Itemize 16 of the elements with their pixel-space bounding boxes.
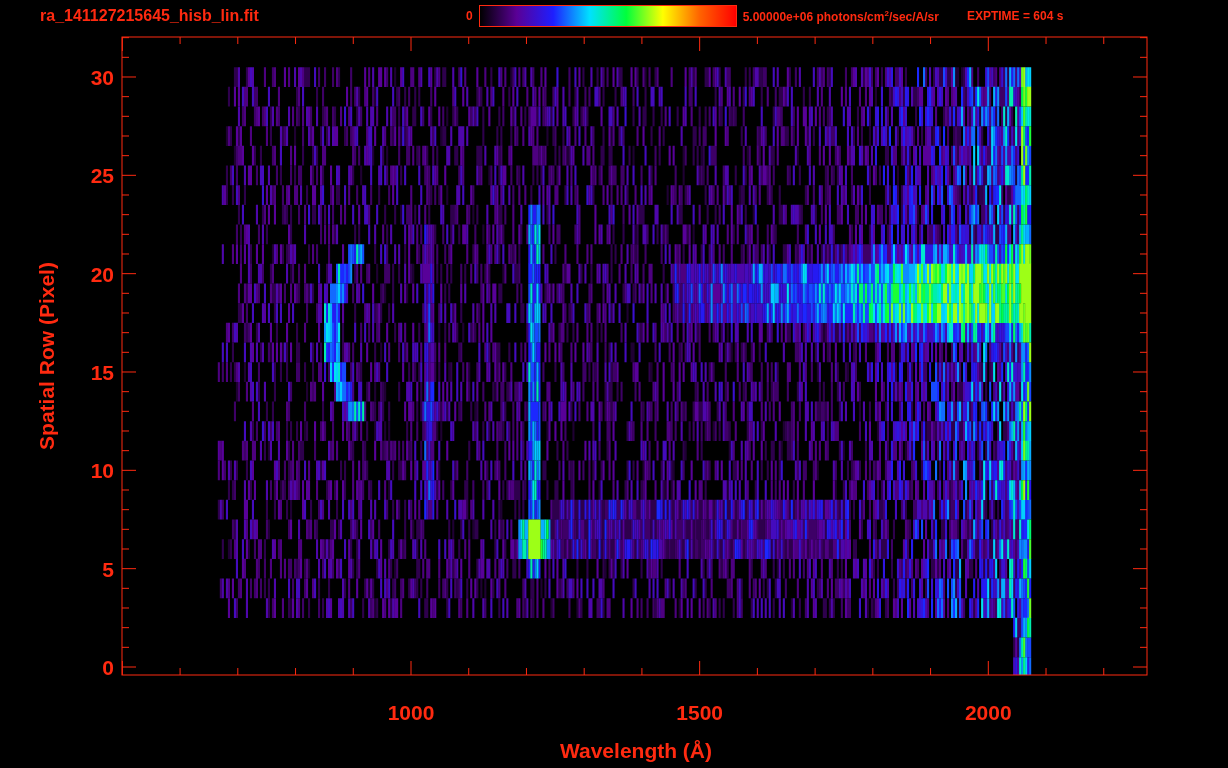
exposure-time: EXPTIME = 604 s <box>966 9 1064 23</box>
file-title: ra_141127215645_hisb_lin.fit <box>40 7 260 25</box>
axis-title: Spatial Row (Pixel) <box>35 262 58 450</box>
tick-label: 2000 <box>964 701 1012 724</box>
tick-label: 10 <box>90 459 114 483</box>
tick-label: 1500 <box>676 701 723 724</box>
tick-label: 1000 <box>387 701 435 724</box>
colorbar-max-label: 5.00000e+06 photons/cm$^{2}$/sec/A/sr <box>742 8 939 24</box>
tick-label: 15 <box>90 361 114 384</box>
axis-title: Wavelength (Å) <box>559 739 713 762</box>
tick-label: 20 <box>90 262 114 286</box>
colorbar-min-label: 0 <box>466 9 473 23</box>
tick-label: 30 <box>90 66 114 89</box>
tick-label: 5 <box>102 557 114 581</box>
tick-label: 25 <box>90 164 114 188</box>
tick-label: 0 <box>102 656 114 679</box>
